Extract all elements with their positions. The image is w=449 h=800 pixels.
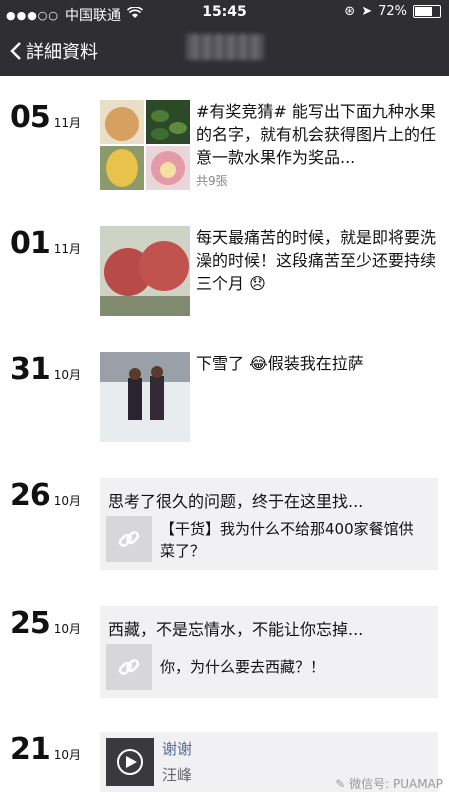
music-title: 谢谢 xyxy=(162,740,193,758)
post-item[interactable]: 05 11月 #有奖竞猜# 能写出下面九种水果的名字，就有机会获得图片上的任意一款… xyxy=(0,100,449,200)
post-text: 下雪了 😂假装我在拉萨 xyxy=(196,354,364,373)
link-title: 你，为什么要去西藏？！ xyxy=(160,658,326,676)
post-item[interactable]: 25 10月 西藏，不是忘情水，不能让你忘掉... 你，为什么要去西藏？！ xyxy=(0,606,449,698)
wechat-icon: ✎ xyxy=(335,777,346,791)
shared-link-card[interactable]: 西藏，不是忘情水，不能让你忘掉... 你，为什么要去西藏？！ xyxy=(100,606,438,698)
post-date: 21 10月 xyxy=(10,732,82,767)
post-date: 26 10月 xyxy=(10,478,82,513)
battery-icon xyxy=(413,5,441,18)
post-item[interactable]: 31 10月 下雪了 😂假装我在拉萨 xyxy=(0,352,449,444)
blurred-title xyxy=(186,34,264,60)
post-date: 05 11月 xyxy=(10,100,82,135)
post-photo[interactable] xyxy=(100,352,190,442)
post-text: #有奖竞猜# 能写出下面九种水果的名字，就有机会获得图片上的任意一款水果作为奖品… xyxy=(196,102,437,167)
post-text: 每天最痛苦的时候，就是即将要洗澡的时候！这段痛苦至少还要持续三个月 😞 xyxy=(196,228,437,293)
watermark: ✎ 微信号: PUAMAP xyxy=(335,777,443,791)
chevron-left-icon xyxy=(10,42,21,60)
shared-link-card[interactable]: 思考了很久的问题，终于在这里找... 【干货】我为什么不给那400家餐馆供菜了？ xyxy=(100,478,438,570)
play-icon xyxy=(126,756,137,768)
music-artist: 汪峰 xyxy=(162,766,193,784)
battery-percent: 72% xyxy=(378,4,407,19)
back-label: 詳細資料 xyxy=(26,42,98,63)
back-button[interactable]: 詳細資料 xyxy=(10,38,98,64)
location-icon: ➤ xyxy=(361,4,373,19)
rotation-lock-icon: ⊛ xyxy=(344,4,356,19)
post-text: 思考了很久的问题，终于在这里找... xyxy=(108,492,364,511)
post-date: 31 10月 xyxy=(10,352,82,387)
post-text: 西藏，不是忘情水，不能让你忘掉... xyxy=(108,620,364,639)
link-title: 【干货】我为什么不给那400家餐馆供菜了？ xyxy=(160,520,414,560)
post-item[interactable]: 26 10月 思考了很久的问题，终于在这里找... 【干货】我为什么不给那400家… xyxy=(0,478,449,570)
post-date: 25 10月 xyxy=(10,606,82,641)
album-cover xyxy=(106,738,154,786)
link-icon xyxy=(106,644,152,690)
link-icon xyxy=(106,516,152,562)
nav-bar: 詳細資料 xyxy=(0,26,449,76)
photo-grid[interactable] xyxy=(100,100,190,190)
status-bar: ●●●○○ 中国联通 15:45 ⊛ ➤ 72% xyxy=(0,0,449,26)
post-date: 01 11月 xyxy=(10,226,82,261)
photo-count: 共9張 xyxy=(196,174,228,188)
post-photo[interactable] xyxy=(100,226,190,316)
post-item[interactable]: 01 11月 每天最痛苦的时候，就是即将要洗澡的时候！这段痛苦至少还要持续三个月 … xyxy=(0,226,449,318)
